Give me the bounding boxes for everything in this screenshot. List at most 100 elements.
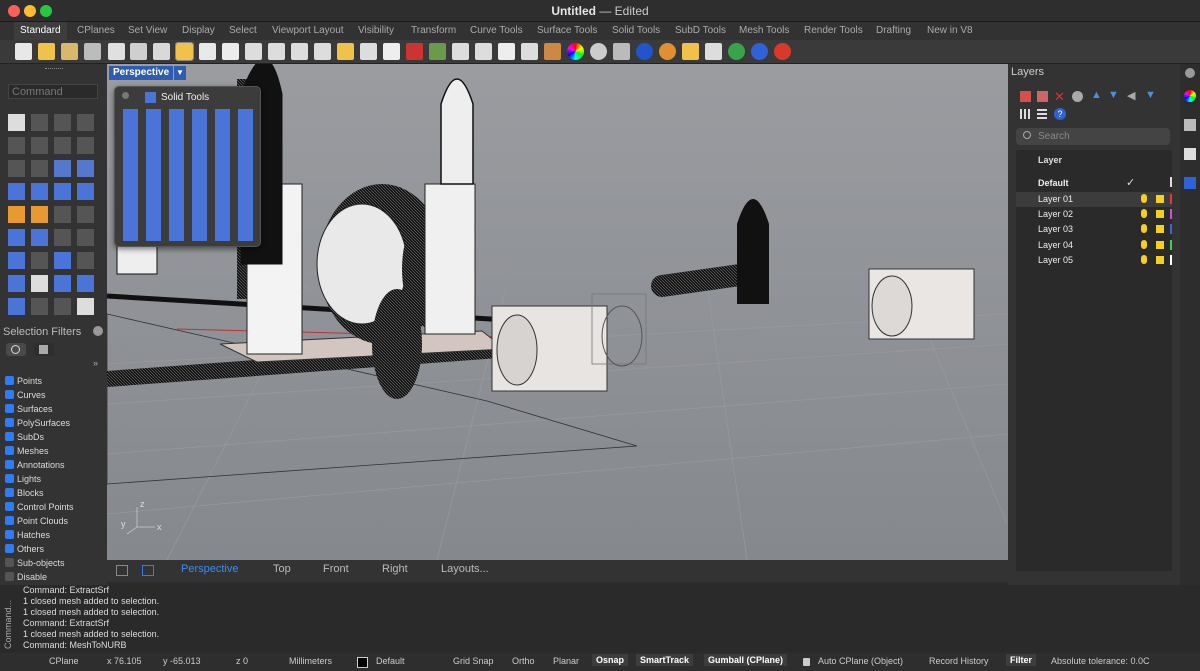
grid-snap-toggle[interactable]: Grid Snap [453, 656, 494, 666]
grid-sphere-icon[interactable] [590, 43, 607, 60]
rebuild-icon[interactable] [77, 229, 94, 246]
layer-color-04[interactable] [1170, 240, 1172, 250]
help-icon[interactable] [751, 43, 768, 60]
fillet-icon[interactable] [31, 160, 48, 177]
layer-row-04[interactable]: Layer 04 [1016, 238, 1172, 253]
tab-solid-tools[interactable]: Solid Tools [612, 25, 660, 36]
tab-subd-tools[interactable]: SubD Tools [675, 25, 726, 36]
checkbox-curves[interactable] [5, 390, 14, 399]
command-input[interactable]: Command [8, 84, 98, 99]
layer-row-03[interactable]: Layer 03 [1016, 222, 1172, 237]
list-view-icon[interactable] [1037, 109, 1047, 119]
dimension-icon[interactable] [8, 275, 25, 292]
select-arrow-icon[interactable] [8, 114, 25, 131]
color-wheel-icon[interactable] [1184, 90, 1196, 102]
layer-icon[interactable] [544, 43, 561, 60]
scale-icon[interactable] [77, 252, 94, 269]
move-up-icon[interactable]: ▲ [1091, 89, 1102, 101]
gumball-toggle[interactable]: Gumball (CPlane) [704, 654, 788, 666]
polyline-icon[interactable] [54, 114, 71, 131]
checkbox-disable[interactable] [5, 572, 14, 581]
filter-annotations[interactable]: Annotations [5, 460, 65, 472]
layer-color-default[interactable] [1170, 177, 1172, 187]
layer-filter-icon[interactable] [1072, 91, 1083, 102]
gear-icon[interactable] [1185, 68, 1195, 78]
new-sublayer-icon[interactable] [1037, 91, 1048, 102]
tab-select[interactable]: Select [229, 25, 257, 36]
lock-icon[interactable] [521, 43, 538, 60]
layer-color-swatch[interactable] [357, 657, 368, 668]
text-icon[interactable] [8, 252, 25, 269]
planar-toggle[interactable]: Planar [553, 656, 579, 666]
join-icon[interactable] [31, 206, 48, 223]
checkbox-hatches[interactable] [5, 530, 14, 539]
document-icon[interactable] [1184, 148, 1196, 160]
transform-icon[interactable] [31, 298, 48, 315]
object-properties-icon[interactable] [429, 43, 446, 60]
lock-icon[interactable] [1156, 241, 1164, 249]
chevron-right-icon[interactable]: » [93, 358, 98, 368]
undo-view-icon[interactable] [360, 43, 377, 60]
offset-icon[interactable] [54, 229, 71, 246]
four-viewports-icon[interactable] [383, 43, 400, 60]
open-file-icon[interactable] [38, 43, 55, 60]
checkbox-annotations[interactable] [5, 460, 14, 469]
save-icon[interactable] [61, 43, 78, 60]
sun-icon[interactable] [659, 43, 676, 60]
boolean-icon[interactable] [8, 229, 25, 246]
delete-layer-icon[interactable]: ✕ [1054, 89, 1065, 105]
filter-polysurfaces[interactable]: PolySurfaces [5, 418, 70, 430]
point-icon[interactable] [31, 114, 48, 131]
rotate-view-icon[interactable] [245, 43, 262, 60]
drag-handle[interactable] [45, 68, 63, 71]
tab-transform[interactable]: Transform [411, 25, 456, 36]
filter-subds[interactable]: SubDs [5, 432, 44, 444]
tab-viewport-layout[interactable]: Viewport Layout [272, 25, 344, 36]
filter-curves[interactable]: Curves [5, 390, 46, 402]
array-icon[interactable] [54, 252, 71, 269]
zoom-icon[interactable] [268, 43, 285, 60]
light-bulb-icon[interactable] [1141, 209, 1147, 218]
checkbox-blocks[interactable] [5, 488, 14, 497]
close-panel-icon[interactable] [122, 92, 129, 99]
globe-icon[interactable] [728, 43, 745, 60]
undo-icon[interactable] [199, 43, 216, 60]
split-icon[interactable] [77, 206, 94, 223]
pan-icon[interactable] [222, 43, 239, 60]
filter-point-clouds[interactable]: Point Clouds [5, 516, 68, 528]
render-preview-icon[interactable] [613, 43, 630, 60]
checkbox-subds[interactable] [5, 432, 14, 441]
sphere-icon[interactable] [31, 183, 48, 200]
filter-blocks[interactable]: Blocks [5, 488, 44, 500]
light-bulb-icon[interactable] [1141, 194, 1147, 203]
import-icon[interactable] [108, 43, 125, 60]
layer-color-02[interactable] [1170, 209, 1172, 219]
light-bulb-icon[interactable] [1141, 240, 1147, 249]
grid-view-icon[interactable] [1020, 109, 1030, 119]
filter-disable[interactable]: Disable [5, 572, 47, 584]
ellipse-icon[interactable] [31, 137, 48, 154]
light-bulb-icon[interactable] [1141, 224, 1147, 233]
solid-tools-grid[interactable] [121, 109, 256, 241]
trim-icon[interactable] [54, 206, 71, 223]
tab-top[interactable]: Top [273, 563, 291, 575]
render-sphere-icon[interactable] [636, 43, 653, 60]
cylinder-icon[interactable] [54, 183, 71, 200]
layer-row-default[interactable]: Default ✓ [1016, 176, 1172, 191]
tab-right[interactable]: Right [382, 563, 408, 575]
circle-icon[interactable] [8, 137, 25, 154]
layer-row-05[interactable]: Layer 05 [1016, 253, 1172, 268]
new-file-icon[interactable] [15, 43, 32, 60]
layer-row-01[interactable]: Layer 01 [1016, 192, 1172, 207]
smarttrack-toggle[interactable]: SmartTrack [636, 654, 694, 666]
move-icon[interactable] [31, 252, 48, 269]
gear-settings-icon[interactable] [682, 43, 699, 60]
move-down-icon[interactable]: ▼ [1108, 89, 1119, 101]
light-bulb-icon[interactable] [1141, 255, 1147, 264]
four-view-layout-icon[interactable] [116, 565, 128, 576]
checkbox-lights[interactable] [5, 474, 14, 483]
filter-control-points[interactable]: Control Points [5, 502, 74, 514]
filter-meshes[interactable]: Meshes [5, 446, 49, 458]
tab-display[interactable]: Display [182, 25, 215, 36]
properties-icon[interactable] [1184, 119, 1196, 131]
